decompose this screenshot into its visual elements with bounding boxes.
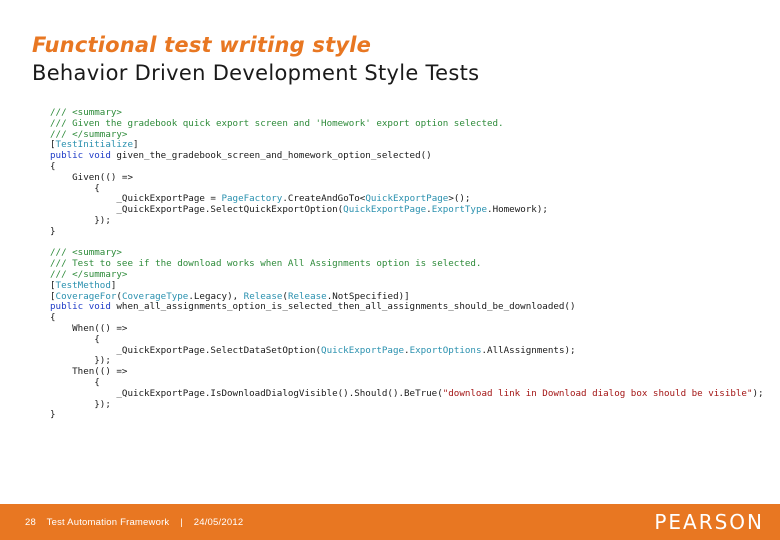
code-token: /// Given the gradebook quick export scr… — [50, 117, 504, 129]
code-line: _QuickExportPage.IsDownloadDialogVisible… — [50, 387, 764, 400]
code-token: When(() => — [50, 322, 128, 334]
code-token: given_the_gradebook_screen_and_homework_… — [116, 150, 432, 162]
code-token: Release — [243, 290, 283, 302]
code-token: TestMethod — [55, 279, 111, 291]
code-line: Then(() => — [50, 366, 764, 378]
code-token: .Legacy), — [188, 290, 244, 302]
code-token: { — [50, 376, 100, 388]
code-token: Then(() => — [50, 366, 128, 378]
code-line: /// </summary> — [50, 268, 764, 281]
code-token: >(); — [448, 193, 471, 205]
code-token: ExportOptions — [409, 344, 482, 356]
code-token: ] — [133, 139, 139, 151]
code-token: .CreateAndGoTo< — [282, 193, 366, 205]
code-token: .AllAssignments); — [481, 344, 576, 356]
code-line: { — [50, 160, 764, 173]
code-token: ); — [752, 387, 764, 399]
pearson-logo: PEARSON — [654, 510, 764, 534]
code-token: /// Test to see if the download works wh… — [50, 258, 482, 270]
code-token: QuickExportPage — [321, 344, 405, 356]
code-token: }); — [50, 214, 111, 226]
code-line: } — [50, 409, 764, 421]
code-token: _QuickExportPage.SelectQuickExportOption… — [50, 204, 344, 216]
code-token: { — [50, 333, 100, 345]
code-token: /// <summary> — [50, 247, 122, 259]
deck-title: Test Automation Framework — [46, 517, 170, 528]
footer-bar: 28 Test Automation Framework | 24/05/201… — [0, 504, 780, 540]
code-token: ExportType — [431, 204, 488, 216]
code-line: }); — [50, 355, 764, 367]
code-token: _QuickExportPage.SelectDataSetOption( — [50, 344, 322, 356]
code-token: .NotSpecified)] — [326, 290, 410, 302]
code-token: _QuickExportPage.IsDownloadDialogVisible… — [50, 387, 443, 399]
code-token: { — [50, 312, 56, 324]
code-token: QuickExportPage — [365, 193, 449, 205]
code-line: }); — [50, 398, 764, 411]
slide-subtitle: Behavior Driven Development Style Tests — [32, 61, 480, 85]
page-number: 28 — [25, 517, 36, 528]
code-line: /// Test to see if the download works wh… — [50, 258, 764, 270]
code-token: "download link in Download dialog box sh… — [442, 387, 753, 399]
code-token: }); — [50, 355, 111, 367]
code-line: _QuickExportPage.SelectQuickExportOption… — [50, 204, 764, 216]
code-block: /// <summary>/// Given the gradebook qui… — [50, 107, 764, 421]
footer-separator: | — [180, 517, 183, 528]
code-line: } — [50, 225, 764, 238]
code-token: /// </summary> — [50, 268, 128, 280]
code-token: TestInitialize — [55, 139, 133, 151]
code-token: PageFactory — [221, 193, 283, 205]
code-token: public void — [50, 301, 117, 313]
code-token: when_all_assignments_option_is_selected_… — [116, 301, 576, 313]
code-token: { — [50, 182, 100, 194]
code-token: Given(() => — [50, 171, 133, 183]
code-line: /// Given the gradebook quick export scr… — [50, 117, 764, 130]
code-token: public void — [50, 150, 117, 162]
code-token: Release — [287, 290, 327, 302]
code-token: /// </summary> — [50, 128, 128, 140]
code-line: When(() => — [50, 322, 764, 335]
code-token: ] — [110, 279, 117, 291]
code-line: /// </summary> — [50, 128, 764, 141]
code-token: QuickExportPage — [343, 204, 427, 216]
code-token: /// <summary> — [50, 107, 122, 118]
code-token: CoverageFor — [55, 290, 117, 302]
code-token: }); — [50, 398, 111, 410]
code-token: .Homework); — [487, 204, 548, 216]
footer-text: 28 Test Automation Framework | 24/05/201… — [25, 517, 251, 528]
code-line: _QuickExportPage.SelectDataSetOption(Qui… — [50, 344, 764, 357]
code-line: public void when_all_assignments_option_… — [50, 301, 764, 313]
code-token: } — [50, 409, 56, 421]
code-line: public void given_the_gradebook_screen_a… — [50, 150, 764, 162]
code-token: _QuickExportPage = — [50, 193, 222, 205]
code-token: { — [50, 160, 56, 172]
code-token: } — [50, 225, 56, 237]
code-line: Given(() => — [50, 171, 764, 184]
slide-title: Functional test writing style — [32, 33, 372, 57]
code-line: }); — [50, 214, 764, 227]
code-token: CoverageType — [121, 290, 189, 302]
code-line: { — [50, 312, 764, 324]
footer-date: 24/05/2012 — [193, 517, 244, 528]
